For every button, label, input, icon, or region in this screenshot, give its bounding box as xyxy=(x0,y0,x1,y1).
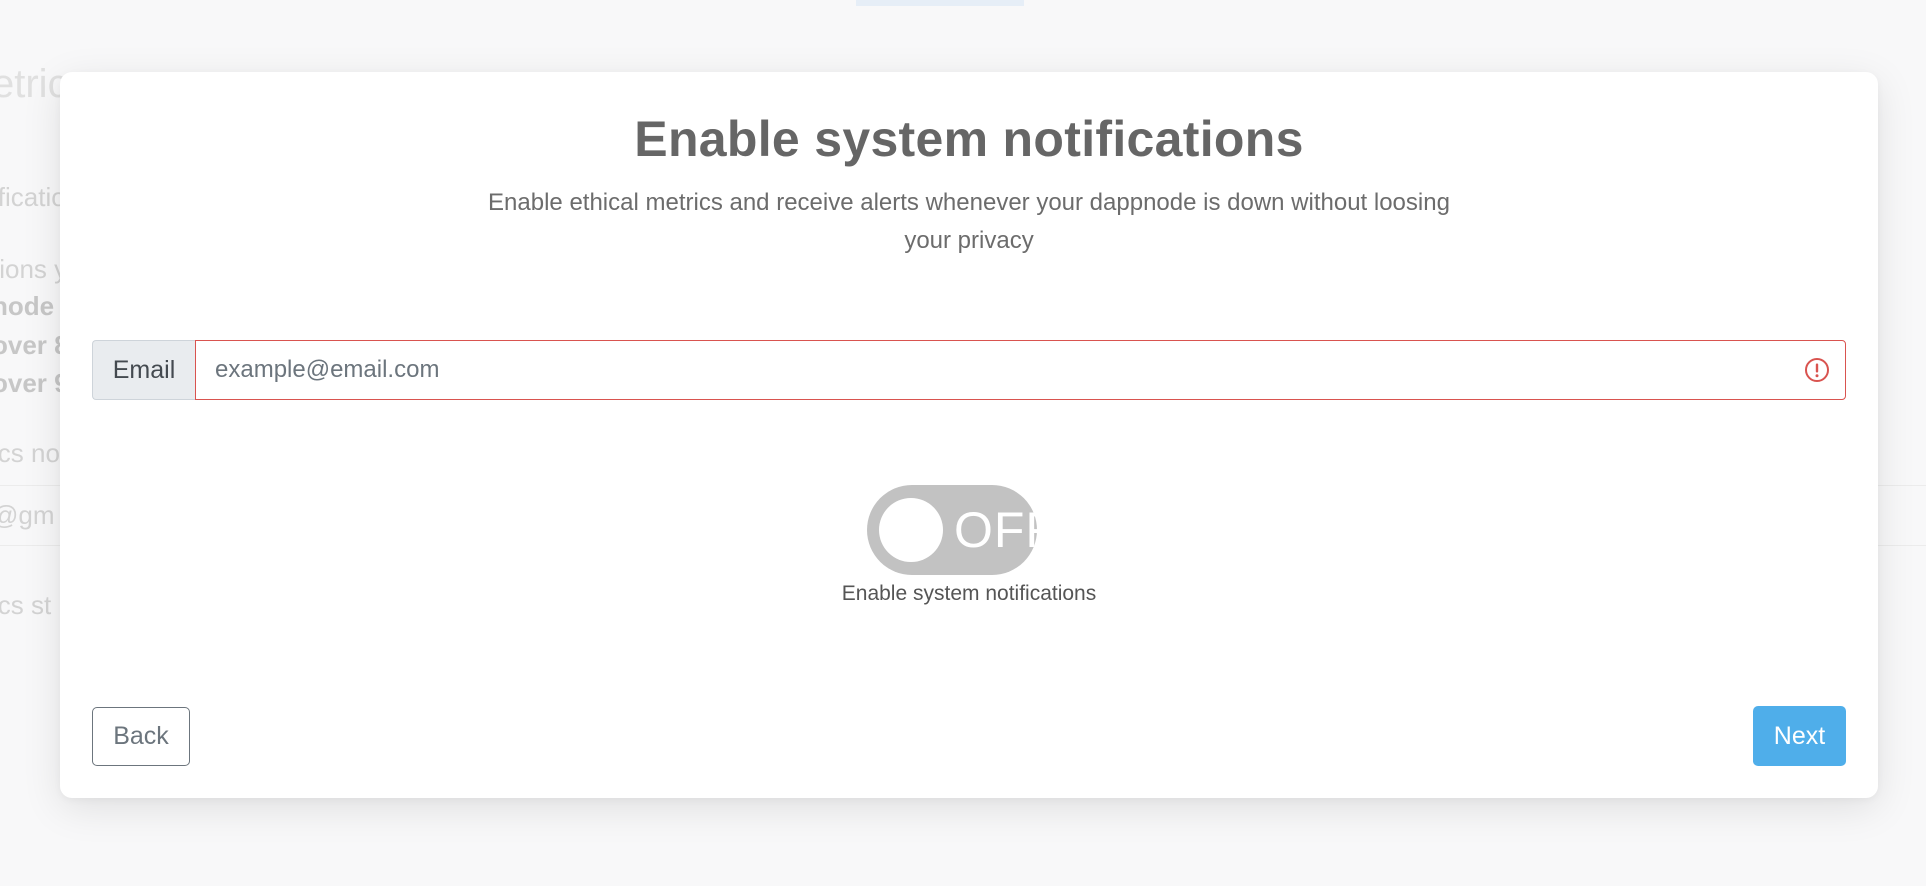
email-field[interactable] xyxy=(195,340,1846,400)
background-text: over 9 xyxy=(0,368,69,398)
exclamation-circle-icon xyxy=(1805,358,1829,382)
toggle-state-text: OFF xyxy=(954,502,1057,558)
background-page-title: etric xyxy=(0,62,68,106)
page: etric ificatio tions y node over 8 over … xyxy=(0,0,1926,886)
email-label: Email xyxy=(92,340,195,400)
back-button[interactable]: Back xyxy=(92,707,190,766)
email-input-group: Email xyxy=(92,340,1846,400)
background-text: @gm xyxy=(0,500,55,530)
background-tab-indicator xyxy=(856,0,1024,6)
modal-title: Enable system notifications xyxy=(634,111,1304,167)
next-button[interactable]: Next xyxy=(1753,706,1846,766)
background-text: ificatio xyxy=(0,182,66,212)
background-text: over 8 xyxy=(0,330,69,360)
toggle-label: Enable system notifications xyxy=(841,582,1097,605)
notifications-modal: Enable system notifications Enable ethic… xyxy=(60,72,1878,798)
background-text: ics no xyxy=(0,438,60,468)
background-text: ics st xyxy=(0,590,52,620)
modal-subtitle: Enable ethical metrics and receive alert… xyxy=(488,189,1450,254)
notifications-toggle[interactable]: OFF xyxy=(867,485,1056,575)
background-text: node xyxy=(0,291,55,321)
toggle-knob xyxy=(879,498,943,562)
background-text: tions y xyxy=(0,254,67,284)
